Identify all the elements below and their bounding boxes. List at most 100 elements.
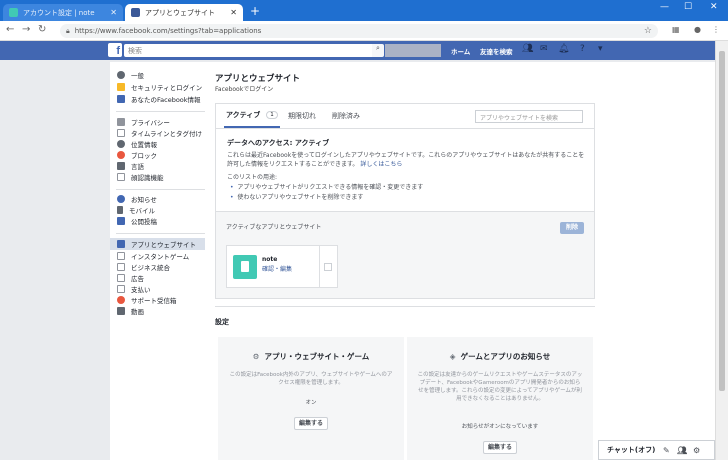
profile-name-blurred[interactable]: [385, 44, 441, 57]
tab-active[interactable]: アクティブ 1: [224, 104, 280, 128]
browser-tabstrip: アカウント設定 | note ✕ アプリとウェブサイト ✕ + — ☐ ✕: [0, 0, 728, 21]
facebook-favicon-icon: [131, 8, 140, 17]
card-description: この設定は友達からのゲームリクエストやゲームステータスのアップデート、Faceb…: [417, 372, 583, 402]
app-card-note[interactable]: note 確認・編集: [226, 245, 338, 288]
url-text: https://www.facebook.com/settings?tab=ap…: [74, 27, 262, 35]
facebook-logo-icon[interactable]: f: [108, 43, 122, 57]
divider: [116, 111, 205, 112]
card-description: この設定はFacebook内外のアプリ、ウェブサイトやゲームへのアクセス権限を管…: [229, 372, 393, 386]
sidebar-item-public-posts[interactable]: 公開投稿: [110, 215, 205, 227]
sidebar-item-face-recognition[interactable]: 顔認識機能: [110, 171, 205, 183]
usage-item: • 使わないアプリやウェブサイトを削除できます: [230, 194, 364, 201]
reload-icon[interactable]: ↻: [38, 24, 46, 35]
account-icon[interactable]: ●: [694, 25, 701, 34]
app-search-input[interactable]: アプリやウェブサイトを検索: [475, 110, 583, 123]
card-status: オン: [305, 400, 317, 406]
messenger-icon[interactable]: ✉: [540, 44, 548, 54]
access-title: データへのアクセス: アクティブ: [227, 139, 330, 147]
extension-icon[interactable]: ▦: [672, 25, 680, 34]
chat-label: チャット(オフ): [607, 446, 656, 454]
search-icon[interactable]: ⌕: [372, 44, 384, 57]
compose-icon[interactable]: ✎: [663, 446, 670, 455]
sidebar-item-your-info[interactable]: あなたのFacebook情報: [110, 93, 205, 105]
delete-button[interactable]: 削除: [560, 222, 584, 234]
close-icon[interactable]: ✕: [230, 8, 237, 17]
page-title: アプリとウェブサイト: [215, 74, 301, 84]
location-icon: [117, 140, 125, 148]
scrollbar-thumb[interactable]: [719, 51, 725, 391]
divider: [319, 246, 320, 287]
chevron-down-icon[interactable]: ▾: [598, 44, 603, 54]
maximize-icon[interactable]: ☐: [684, 2, 692, 12]
help-icon[interactable]: ?: [580, 44, 585, 54]
card-title: ⚙ アプリ・ウェブサイト・ゲーム: [252, 352, 370, 361]
app-select-checkbox[interactable]: [324, 263, 332, 271]
block-icon: [117, 151, 125, 159]
note-app-icon: [233, 255, 257, 279]
sidebar-item-general[interactable]: 一般: [110, 69, 205, 81]
divider: [215, 306, 595, 307]
access-description: これらは最近Facebookを使ってログインしたアプリやウェブサイトです。これら…: [227, 152, 585, 168]
address-toolbar: ← → ↻ 🔒︎ https://www.facebook.com/settin…: [0, 21, 728, 41]
vertical-scrollbar[interactable]: [715, 41, 728, 460]
new-tab-button[interactable]: +: [250, 4, 260, 18]
language-icon: [117, 162, 125, 170]
find-friends-link[interactable]: 友達を検索: [480, 46, 513, 56]
usage-title: このリストの用途:: [227, 174, 278, 181]
edit-button[interactable]: 編集する: [483, 441, 517, 454]
app-name: note: [262, 256, 278, 263]
main-content: アプリとウェブサイト Facebookでログイン アクティブ 1 期限切れ 削除…: [206, 62, 715, 460]
globe-icon: [117, 195, 125, 203]
settings-heading: 設定: [215, 318, 229, 326]
url-bar[interactable]: 🔒︎ https://www.facebook.com/settings?tab…: [60, 24, 658, 38]
face-icon: [117, 173, 125, 181]
close-window-icon[interactable]: ✕: [710, 2, 718, 12]
view-edit-link[interactable]: 確認・編集: [262, 266, 292, 275]
page-subtitle: Facebookでログイン: [215, 86, 274, 93]
support-icon: [117, 296, 125, 304]
apps-panel: アクティブ 1 期限切れ 削除済み アプリやウェブサイトを検索 データへのアクセ…: [215, 103, 595, 299]
business-icon: [117, 263, 125, 271]
tab-title: アカウント設定 | note: [23, 8, 95, 17]
active-apps-header: アクティブなアプリとウェブサイト: [226, 224, 322, 231]
lock-icon: 🔒︎: [66, 26, 70, 35]
friend-requests-icon[interactable]: 👥︎: [522, 44, 533, 54]
mobile-icon: [117, 206, 123, 214]
cube-icon: ◈: [449, 352, 456, 361]
apps-websites-games-card: ⚙ アプリ・ウェブサイト・ゲーム この設定はFacebook内外のアプリ、ウェブサ…: [218, 337, 404, 460]
gear-icon[interactable]: ⚙: [693, 446, 700, 455]
divider: [216, 128, 594, 129]
active-count-badge: 1: [266, 111, 278, 119]
facebook-search-input[interactable]: 検索: [124, 44, 378, 57]
edit-button[interactable]: 編集する: [294, 417, 328, 430]
close-icon[interactable]: ✕: [110, 8, 117, 17]
card-status: お知らせがオンになっています: [461, 424, 539, 430]
apps-icon: [117, 240, 125, 248]
tab-expired[interactable]: 期限切れ: [288, 104, 316, 128]
browser-tab-apps[interactable]: アプリとウェブサイト ✕: [125, 4, 243, 21]
chat-bar[interactable]: チャット(オフ) ✎ 👥︎ ⚙: [598, 440, 715, 460]
game-app-notifications-card: ◈ ゲームとアプリのお知らせ この設定は友達からのゲームリクエストやゲームステータ…: [407, 337, 593, 460]
video-icon: [117, 307, 125, 315]
menu-icon[interactable]: ⋮: [712, 25, 720, 34]
home-link[interactable]: ホーム: [451, 46, 470, 56]
sidebar-item-videos[interactable]: 動画: [110, 305, 205, 317]
browser-tab-note-settings[interactable]: アカウント設定 | note ✕: [3, 4, 123, 21]
learn-more-link[interactable]: 詳しくはこちら: [360, 161, 402, 168]
tab-removed[interactable]: 削除済み: [332, 104, 360, 128]
divider: [116, 233, 205, 234]
gear-icon: ⚙: [252, 352, 260, 361]
sidebar-item-apps[interactable]: アプリとウェブサイト: [110, 238, 205, 250]
star-icon[interactable]: ☆: [644, 26, 652, 36]
gear-icon: [117, 71, 125, 79]
active-apps-section: アクティブなアプリとウェブサイト 削除 note 確認・編集: [216, 211, 594, 298]
note-favicon-icon: [9, 8, 18, 17]
people-icon[interactable]: 👥︎: [677, 446, 687, 455]
sidebar-item-security[interactable]: セキュリティとログイン: [110, 81, 205, 93]
forward-icon[interactable]: →: [22, 24, 30, 35]
back-icon[interactable]: ←: [6, 24, 14, 35]
minimize-icon[interactable]: —: [660, 2, 669, 12]
timeline-icon: [117, 129, 125, 137]
rss-icon: [117, 217, 125, 225]
notifications-icon[interactable]: 🔔︎: [558, 44, 569, 54]
